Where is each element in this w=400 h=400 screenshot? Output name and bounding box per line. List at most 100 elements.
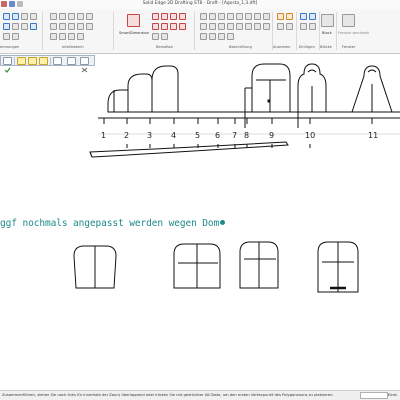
annotation-icon[interactable] xyxy=(245,13,252,20)
constraint-icon[interactable] xyxy=(21,13,28,20)
annotation-text: ggf nochmals angepasst werden wegen Dom xyxy=(0,218,220,229)
arrange-icon[interactable] xyxy=(277,23,284,30)
insert-icon[interactable] xyxy=(300,23,307,30)
smart-dimension-label[interactable]: SmartDimension xyxy=(119,31,149,35)
annotation-icon[interactable] xyxy=(236,23,243,30)
ribbon-separator xyxy=(296,12,297,50)
ruler-label: 6 xyxy=(215,131,220,140)
annotation-note[interactable]: ggf nochmals angepasst werden wegen Dom xyxy=(0,218,226,229)
constraint-icon[interactable] xyxy=(30,13,37,20)
intellisketch-icon[interactable] xyxy=(50,33,57,40)
dimension-icon[interactable] xyxy=(152,33,159,40)
block-label[interactable]: Block xyxy=(322,31,332,35)
dimension-icon[interactable] xyxy=(170,23,177,30)
ribbon-separator xyxy=(194,12,195,50)
command-finder-input[interactable] xyxy=(360,392,388,399)
ruler-label: 1 xyxy=(101,131,106,140)
constraint-icon[interactable] xyxy=(3,13,10,20)
arrange-icon[interactable] xyxy=(277,13,284,20)
profile-shape-2 xyxy=(127,73,153,112)
insert-icon[interactable] xyxy=(309,23,316,30)
ruler-label: 8 xyxy=(244,131,249,140)
annotation-icon[interactable] xyxy=(209,33,216,40)
profile-shape-3 xyxy=(151,65,179,112)
ribbon-separator xyxy=(336,12,337,50)
intellisketch-icon[interactable] xyxy=(77,33,84,40)
profile-shape-4 xyxy=(251,63,291,112)
smart-dimension-icon[interactable] xyxy=(127,14,140,27)
arrange-icon[interactable] xyxy=(286,23,293,30)
annotation-icon[interactable] xyxy=(227,33,234,40)
dimension-icon[interactable] xyxy=(170,13,177,20)
intellisketch-icon[interactable] xyxy=(68,13,75,20)
intellisketch-icon[interactable] xyxy=(77,23,84,30)
insert-icon[interactable] xyxy=(300,13,307,20)
ribbon-separator xyxy=(42,12,43,50)
annotation-icon[interactable] xyxy=(218,33,225,40)
annotation-icon[interactable] xyxy=(218,13,225,20)
ribbon-group-label: Beschriftung xyxy=(229,45,252,49)
window-title: Solid Edge 2D Drafting ST8 - Draft - [Ag… xyxy=(142,1,258,6)
annotation-icon[interactable] xyxy=(227,13,234,20)
curved-strip xyxy=(89,141,289,158)
annotation-icon[interactable] xyxy=(254,13,261,20)
annotation-icon[interactable] xyxy=(200,23,207,30)
dimension-icon[interactable] xyxy=(161,23,168,30)
ruler-label: 9 xyxy=(269,131,274,140)
constraint-icon[interactable] xyxy=(12,23,19,30)
annotation-handle-icon[interactable] xyxy=(220,220,226,225)
ruler-label: 10 xyxy=(305,131,315,140)
dimension-icon[interactable] xyxy=(152,13,159,20)
annotation-icon[interactable] xyxy=(200,13,207,20)
intellisketch-icon[interactable] xyxy=(59,13,66,20)
constraint-icon[interactable] xyxy=(12,13,19,20)
dimension-icon[interactable] xyxy=(179,23,186,30)
block-icon[interactable] xyxy=(321,14,334,27)
ruler-label: 7 xyxy=(232,131,237,140)
intellisketch-icon[interactable] xyxy=(68,33,75,40)
intellisketch-icon[interactable] xyxy=(86,13,93,20)
dimension-icon[interactable] xyxy=(152,23,159,30)
drawing-canvas[interactable]: 1 2 3 4 5 6 7 8 9 10 11 ggf nochmals ang… xyxy=(0,56,400,386)
dimension-icon[interactable] xyxy=(161,33,168,40)
constraint-icon[interactable] xyxy=(3,33,10,40)
curved-strip-end xyxy=(89,151,93,158)
annotation-icon[interactable] xyxy=(263,23,270,30)
insert-icon[interactable] xyxy=(309,13,316,20)
annotation-icon[interactable] xyxy=(218,23,225,30)
intellisketch-icon[interactable] xyxy=(68,23,75,30)
annotation-icon[interactable] xyxy=(209,13,216,20)
ruler-label: 3 xyxy=(147,131,152,140)
annotation-icon[interactable] xyxy=(263,13,270,20)
annotation-icon[interactable] xyxy=(200,33,207,40)
ribbon-group-label: Fenster xyxy=(342,45,356,49)
constraint-icon[interactable] xyxy=(12,33,19,40)
intellisketch-icon[interactable] xyxy=(59,23,66,30)
intellisketch-icon[interactable] xyxy=(86,23,93,30)
annotation-icon[interactable] xyxy=(209,23,216,30)
dimension-icon[interactable] xyxy=(179,13,186,20)
ribbon-group-label: Anordnen xyxy=(273,45,291,49)
dimension-icon[interactable] xyxy=(161,13,168,20)
status-bar: Zusammenführen, ziehen Sie nach links fü… xyxy=(0,390,400,400)
intellisketch-icon[interactable] xyxy=(50,13,57,20)
constraint-icon[interactable] xyxy=(21,23,28,30)
switch-window-label[interactable]: Fenster wechseln xyxy=(338,31,369,35)
intellisketch-icon[interactable] xyxy=(77,13,84,20)
ruler-label: 4 xyxy=(171,131,176,140)
intellisketch-icon[interactable] xyxy=(59,33,66,40)
annotation-icon[interactable] xyxy=(227,23,234,30)
ribbon-group-label: Bemaßen xyxy=(156,45,174,49)
arrange-icon[interactable] xyxy=(286,13,293,20)
intellisketch-icon[interactable] xyxy=(50,23,57,30)
ribbon-group-label: Intellisketch xyxy=(62,45,84,49)
annotation-icon[interactable] xyxy=(245,23,252,30)
profile-line xyxy=(307,69,317,73)
annotation-icon[interactable] xyxy=(236,13,243,20)
profile-shape-1 xyxy=(107,89,129,113)
annotation-icon[interactable] xyxy=(254,23,261,30)
constraint-icon[interactable] xyxy=(3,23,10,30)
constraint-icon[interactable] xyxy=(30,23,37,30)
switch-window-icon[interactable] xyxy=(342,14,355,27)
ribbon: ehmungen Intellisketch SmartDimension Be… xyxy=(0,9,400,54)
